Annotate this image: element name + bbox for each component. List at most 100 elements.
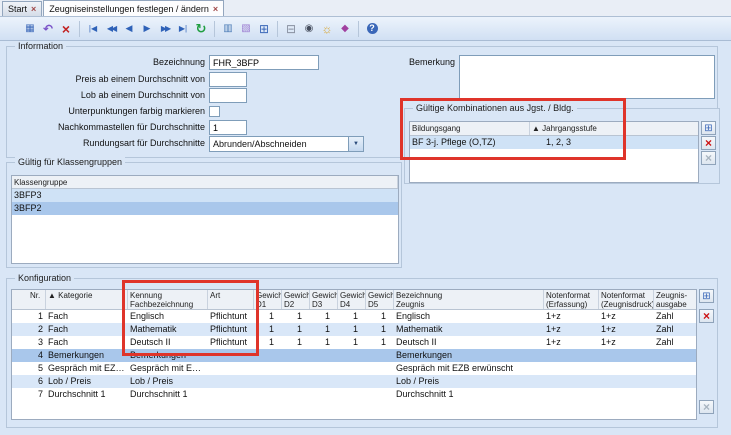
cell-art[interactable] [208,349,254,362]
column-header-bezeichnung-zeugnis[interactable]: Bezeichnung Zeugnis [394,290,544,309]
column-header-klassengruppe[interactable]: Klassengruppe [12,176,398,188]
cell-gewicht-d1[interactable]: 1 [254,310,282,323]
tab[interactable]: Zeugniseinstellungen festlegen / ändern [43,0,224,16]
cell-kategorie[interactable]: Gespräch mit EZB erwünscht [46,362,128,375]
cell-gewicht-d3[interactable]: 1 [310,323,338,336]
cell-gewicht-d4[interactable] [338,362,366,375]
cell-art[interactable] [208,362,254,375]
cell-nr[interactable]: 6 [12,375,46,388]
cell-gewicht-d1[interactable] [254,349,282,362]
cell-notenformat-erfassung[interactable] [544,375,599,388]
tab[interactable]: Start [2,1,42,16]
column-header-nr[interactable]: Nr. [12,290,46,309]
cell-gewicht-d3[interactable] [310,362,338,375]
cell-notenformat-erfassung[interactable] [544,388,599,401]
print-icon[interactable] [282,20,300,38]
bezeichnung-input[interactable] [209,55,319,70]
cell-kennung[interactable]: Deutsch II [128,336,208,349]
cell-gewicht-d5[interactable] [366,362,394,375]
cell-bezeichnung-zeugnis[interactable]: Lob / Preis [394,375,544,388]
cell-art[interactable]: Pflichtunt [208,336,254,349]
cell-nr[interactable]: 2 [12,323,46,336]
cell-zeugnisausgabe[interactable]: Zahl [654,310,697,323]
cell-notenformat-zeugnisdruck[interactable]: 1+z [599,310,654,323]
copy-icon[interactable] [219,20,237,38]
cell-kategorie[interactable]: Fach [46,323,128,336]
cell-nr[interactable]: 4 [12,349,46,362]
cell-nr[interactable]: 7 [12,388,46,401]
new-record-icon[interactable] [3,20,21,38]
cell-gewicht-d2[interactable]: 1 [282,323,310,336]
column-chooser-button[interactable] [699,289,714,303]
cell-gewicht-d3[interactable] [310,349,338,362]
cell-gewicht-d2[interactable] [282,388,310,401]
cell-bezeichnung-zeugnis[interactable]: Gespräch mit EZB erwünscht [394,362,544,375]
cell-zeugnisausgabe[interactable]: Zahl [654,336,697,349]
nav-first-icon[interactable] [84,20,102,38]
cell-notenformat-erfassung[interactable]: 1+z [544,336,599,349]
help-icon[interactable] [363,20,381,38]
cell-gewicht-d2[interactable]: 1 [282,310,310,323]
cell-gewicht-d3[interactable]: 1 [310,310,338,323]
grid-edit-icon[interactable] [255,20,273,38]
cell-gewicht-d3[interactable] [310,388,338,401]
cell-gewicht-d3[interactable]: 1 [310,336,338,349]
cell-gewicht-d2[interactable] [282,362,310,375]
konfiguration-row[interactable]: 7 Durchschnitt 1 Durchschnitt 1 Durchsch… [12,388,696,401]
preview-icon[interactable] [300,20,318,38]
undo-icon[interactable] [39,20,57,38]
cell-gewicht-d1[interactable] [254,362,282,375]
cell-zeugnisausgabe[interactable] [654,375,697,388]
cell-art[interactable] [208,375,254,388]
konfiguration-row[interactable]: 6 Lob / Preis Lob / Preis Lob / Preis [12,375,696,388]
cell-kategorie[interactable]: Fach [46,336,128,349]
cell-kennung[interactable]: Bemerkungen [128,349,208,362]
cell-kategorie[interactable]: Durchschnitt 1 [46,388,128,401]
konfiguration-row[interactable]: 2 Fach Mathematik Pflichtunt 1 1 1 1 1 M… [12,323,696,336]
cell-kategorie[interactable]: Lob / Preis [46,375,128,388]
cell-bildungsgang[interactable]: BF 3-j. Pflege (O,TZ) [410,136,530,149]
tab-close-icon[interactable] [31,4,36,14]
klassengruppe-row[interactable]: 3BFP2 [12,202,398,215]
cell-nr[interactable]: 3 [12,336,46,349]
save-icon[interactable] [21,20,39,38]
cell-notenformat-zeugnisdruck[interactable] [599,349,654,362]
column-header-notenformat-zeugnisdruck[interactable]: Notenformat (Zeugnisdruck) [599,290,654,309]
column-header-jahrgangsstufe[interactable]: ▲ Jahrgangsstufe [530,122,699,135]
konfiguration-row[interactable]: 3 Fach Deutsch II Pflichtunt 1 1 1 1 1 D… [12,336,696,349]
column-header-gewicht-d4[interactable]: Gewicht D4 [338,290,366,309]
cell-gewicht-d4[interactable]: 1 [338,323,366,336]
cell-zeugnisausgabe[interactable] [654,349,697,362]
hint-icon[interactable] [318,20,336,38]
tab-close-icon[interactable] [213,4,218,14]
cell-notenformat-erfassung[interactable] [544,349,599,362]
cell-kennung[interactable]: Englisch [128,310,208,323]
column-chooser-button[interactable] [701,121,716,135]
cell-gewicht-d5[interactable]: 1 [366,310,394,323]
delete-konfiguration-row-button[interactable] [699,309,714,323]
cell-notenformat-zeugnisdruck[interactable] [599,362,654,375]
cell-gewicht-d4[interactable]: 1 [338,310,366,323]
cell-notenformat-zeugnisdruck[interactable]: 1+z [599,323,654,336]
cell-gewicht-d1[interactable]: 1 [254,336,282,349]
column-header-gewicht-d2[interactable]: Gewicht D2 [282,290,310,309]
konfiguration-row[interactable]: 4 Bemerkungen Bemerkungen Bemerkungen [12,349,696,362]
cell-art[interactable]: Pflichtunt [208,310,254,323]
column-header-bildungsgang[interactable]: Bildungsgang [410,122,530,135]
dropdown-arrow-icon[interactable] [348,137,363,151]
cell-gewicht-d5[interactable] [366,349,394,362]
cell-gewicht-d5[interactable]: 1 [366,336,394,349]
cell-bezeichnung-zeugnis[interactable]: Bemerkungen [394,349,544,362]
unterpunktungen-checkbox[interactable] [209,106,220,117]
delete-kombination-button[interactable] [701,136,716,150]
nav-next-fast-icon[interactable] [156,20,174,38]
column-header-kategorie[interactable]: ▲ Kategorie [46,290,128,309]
refresh-icon[interactable] [192,20,210,38]
cell-art[interactable] [208,388,254,401]
cell-notenformat-zeugnisdruck[interactable] [599,388,654,401]
cell-bezeichnung-zeugnis[interactable]: Deutsch II [394,336,544,349]
cell-gewicht-d4[interactable] [338,375,366,388]
konfiguration-row[interactable]: 1 Fach Englisch Pflichtunt 1 1 1 1 1 Eng… [12,310,696,323]
cell-klassengruppe[interactable]: 3BFP2 [12,202,398,215]
cell-notenformat-zeugnisdruck[interactable] [599,375,654,388]
